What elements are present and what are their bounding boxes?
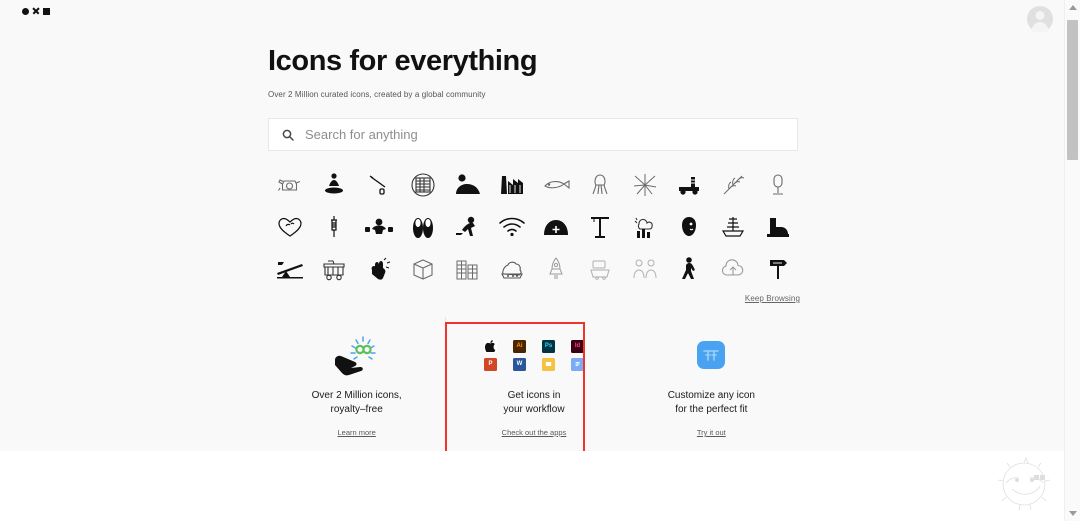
customize-card: Customize any icon for the perfect fit T…	[623, 317, 800, 451]
rocket-icon[interactable]	[534, 252, 578, 285]
heart-hands-icon[interactable]	[268, 210, 312, 243]
boot-icon[interactable]	[756, 210, 800, 243]
basket-icon[interactable]	[401, 168, 445, 201]
photoshop-icon[interactable]: Ps	[541, 339, 555, 353]
cloud-upload-icon[interactable]	[711, 252, 755, 285]
powerpoint-icon[interactable]: P	[483, 357, 497, 371]
shopping-icon[interactable]	[578, 252, 622, 285]
leaf-burst-icon[interactable]	[623, 168, 667, 201]
page-content: Icons for everything Over 2 Million cura…	[0, 0, 1065, 451]
wifi-icon[interactable]	[490, 210, 534, 243]
clapping-hands-icon[interactable]	[357, 252, 401, 285]
vertical-scrollbar[interactable]	[1064, 0, 1080, 521]
app-icons-grid: Ai Ps Id P W	[483, 329, 584, 381]
dot-control[interactable]	[22, 7, 29, 15]
traffic-cone-icon[interactable]	[312, 168, 356, 201]
signpost-icon[interactable]	[756, 252, 800, 285]
hand-infinity-icon	[331, 329, 383, 381]
building-icon[interactable]	[445, 252, 489, 285]
check-out-the-apps-link[interactable]: Check out the apps	[502, 428, 567, 437]
face-icon[interactable]	[667, 210, 711, 243]
search-input[interactable]	[305, 119, 797, 150]
keep-browsing-row: Keep Browsing	[268, 294, 800, 303]
fish-icon[interactable]	[534, 168, 578, 201]
learn-more-link[interactable]: Learn more	[337, 428, 375, 437]
app-label: W	[516, 361, 523, 367]
walking-person-icon[interactable]	[667, 252, 711, 285]
camera-icon[interactable]	[268, 168, 312, 201]
card-title-line2: royalty–free	[330, 404, 383, 415]
squid-icon[interactable]	[578, 168, 622, 201]
browser-window: Icons for everything Over 2 Million cura…	[0, 0, 1080, 521]
sailboat-icon[interactable]	[711, 210, 755, 243]
scrollbar-thumb[interactable]	[1067, 20, 1078, 160]
car-icon[interactable]	[667, 168, 711, 201]
scroll-down-arrow[interactable]	[1065, 506, 1080, 521]
shoes-icon[interactable]	[401, 210, 445, 243]
site-watermark	[990, 455, 1058, 513]
medical-tent-icon[interactable]	[534, 210, 578, 243]
illustrator-icon[interactable]: Ai	[512, 339, 526, 353]
close-icon[interactable]	[32, 7, 40, 15]
floor-lamp-icon[interactable]	[756, 168, 800, 201]
blue-rounded-tile	[697, 341, 726, 369]
window-controls	[22, 7, 50, 15]
customize-tile-icon	[697, 329, 726, 381]
people-icon[interactable]	[623, 252, 667, 285]
app-label: P	[488, 361, 493, 367]
box-icon[interactable]	[401, 252, 445, 285]
app-label: Ai	[516, 343, 523, 349]
workflow-card: Ai Ps Id P W Get icons in your workflow …	[445, 317, 622, 451]
icon-results-grid	[268, 168, 800, 285]
page-subtitle: Over 2 Million curated icons, created by…	[268, 90, 486, 99]
google-docs-icon[interactable]	[570, 357, 584, 371]
wheat-plant-icon[interactable]	[711, 168, 755, 201]
card-title-line2: for the perfect fit	[675, 404, 748, 415]
factory-icon[interactable]	[490, 168, 534, 201]
search-bar[interactable]	[268, 118, 798, 151]
seesaw-icon[interactable]	[268, 252, 312, 285]
apple-icon[interactable]	[483, 339, 497, 353]
card-title-line1: Get icons in	[507, 390, 561, 401]
search-icon	[282, 129, 294, 141]
syringe-icon[interactable]	[312, 210, 356, 243]
card-title: Customize any icon for the perfect fit	[668, 389, 755, 417]
card-title: Over 2 Million icons, royalty–free	[312, 389, 402, 417]
center-column: Icons for everything Over 2 Million cura…	[268, 0, 800, 451]
word-icon[interactable]: W	[512, 357, 526, 371]
card-title-line1: Over 2 Million icons,	[311, 390, 402, 401]
avatar-body	[1032, 22, 1048, 32]
royalty-free-card: Over 2 Million icons, royalty–free Learn…	[268, 317, 445, 451]
square-control[interactable]	[43, 7, 50, 15]
card-title-line2: your workflow	[503, 404, 565, 415]
golf-club-icon[interactable]	[357, 168, 401, 201]
user-avatar[interactable]	[1027, 6, 1053, 32]
crane-icon[interactable]	[578, 210, 622, 243]
avatar-head	[1035, 11, 1045, 20]
person-bending-icon[interactable]	[445, 168, 489, 201]
food-cart-icon[interactable]	[312, 252, 356, 285]
promo-cards: Over 2 Million icons, royalty–free Learn…	[268, 317, 800, 451]
storm-factory-icon[interactable]	[623, 210, 667, 243]
google-slides-icon[interactable]	[541, 357, 555, 371]
card-title: Get icons in your workflow	[503, 389, 564, 417]
runner-icon[interactable]	[445, 210, 489, 243]
try-it-out-link[interactable]: Try it out	[697, 428, 726, 437]
app-label: Id	[574, 343, 581, 349]
scroll-up-arrow[interactable]	[1065, 0, 1080, 15]
card-title-line1: Customize any icon	[667, 390, 755, 401]
title-bar	[0, 0, 1065, 22]
ice-cream-icon[interactable]	[490, 252, 534, 285]
keep-browsing-link[interactable]: Keep Browsing	[745, 294, 800, 303]
indesign-icon[interactable]: Id	[570, 339, 584, 353]
app-label: Ps	[544, 343, 553, 349]
strongman-icon[interactable]	[357, 210, 401, 243]
